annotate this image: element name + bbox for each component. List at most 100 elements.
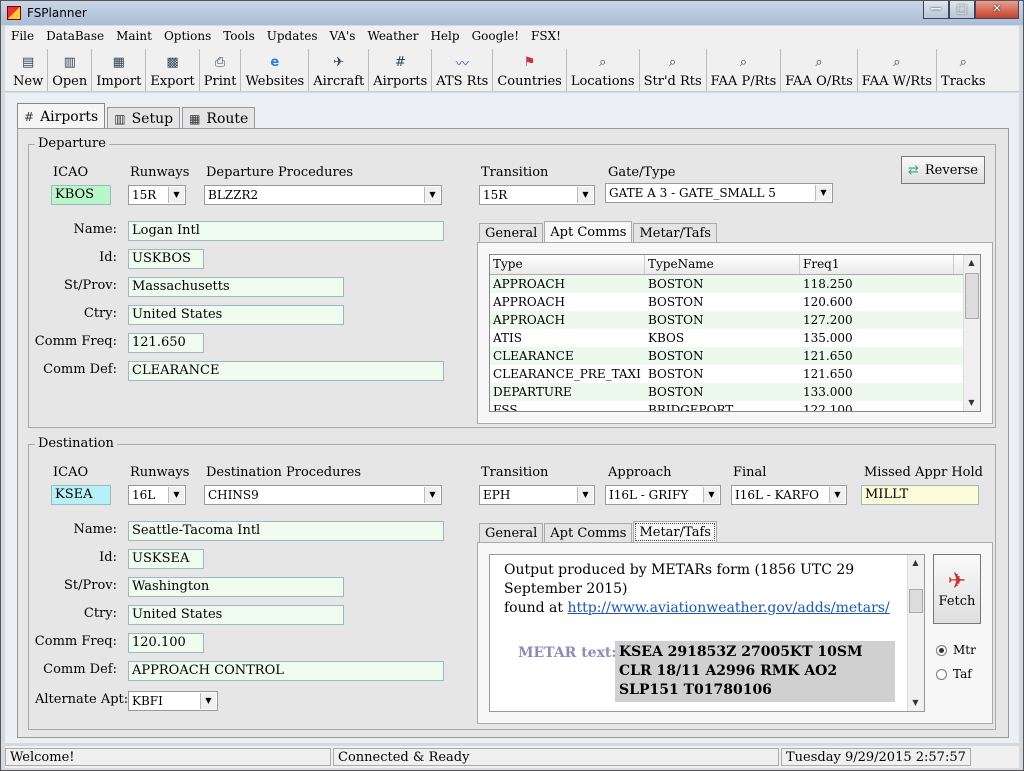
scroll-up-icon[interactable]: ▲ <box>908 555 923 571</box>
close-button[interactable]: ✕ <box>975 1 1019 19</box>
dep-subtab-general[interactable]: General <box>479 223 544 243</box>
table-row[interactable]: ATIS KBOS 135.000 <box>490 329 980 347</box>
dep-freq-label: Comm Freq: <box>34 334 117 349</box>
menu-fsx[interactable]: FSX! <box>525 29 567 43</box>
menu-google[interactable]: Google! <box>466 29 525 43</box>
dest-def-field[interactable]: APPROACH CONTROL <box>128 661 444 681</box>
dest-final-select[interactable]: I16L - KARFO ▼ <box>731 485 847 505</box>
scroll-up-icon[interactable]: ▲ <box>964 255 979 271</box>
dest-name-field[interactable]: Seattle-Tacoma Intl <box>128 521 444 541</box>
col-freq1[interactable]: Freq1 <box>800 255 954 274</box>
dep-def-field[interactable]: CLEARANCE <box>128 361 444 381</box>
dep-id-field[interactable]: USKBOS <box>128 249 204 269</box>
menu-weather[interactable]: Weather <box>361 29 424 43</box>
table-row[interactable]: APPROACH BOSTON 118.250 <box>490 275 980 293</box>
toolbar-new-button[interactable]: ▤ New <box>9 49 49 91</box>
dest-ctry-field[interactable]: United States <box>128 605 344 625</box>
dep-subtab-apt-comms[interactable]: Apt Comms <box>544 221 633 243</box>
search-icon: ⌕ <box>668 54 677 70</box>
table-row[interactable]: APPROACH BOSTON 120.600 <box>490 293 980 311</box>
tab-airports[interactable]: # Airports <box>17 103 106 129</box>
dep-id-label: Id: <box>99 250 117 265</box>
fetch-icon: ✈ <box>947 569 967 594</box>
dest-runway-select[interactable]: 16L ▼ <box>128 485 186 505</box>
col-typename[interactable]: TypeName <box>645 255 800 274</box>
toolbar-websites-button[interactable]: e Websites <box>241 49 310 91</box>
tab-setup[interactable]: ▥ Setup <box>107 107 181 129</box>
dest-icao-label: ICAO <box>53 465 89 480</box>
menu-updates[interactable]: Updates <box>261 29 324 43</box>
menu-file[interactable]: File <box>5 29 40 43</box>
dest-transition-label: Transition <box>481 465 549 480</box>
dest-missed-hold-field[interactable]: MILLT <box>861 485 979 505</box>
chevron-down-icon: ▼ <box>577 487 593 503</box>
scroll-thumb[interactable] <box>965 273 979 319</box>
minimize-button[interactable]: — <box>923 1 949 19</box>
dep-icao-input[interactable]: KBOS <box>51 185 111 205</box>
toolbar-faa-w-routes-button[interactable]: ⌕ FAA W/Rts <box>858 49 938 91</box>
table-row[interactable]: CLEARANCE_PRE_TAXI BOSTON 121.650 <box>490 365 980 383</box>
dest-approach-select[interactable]: I16L - GRIFY ▼ <box>605 485 721 505</box>
dest-icao-input[interactable]: KSEA <box>51 485 111 505</box>
dep-transition-select[interactable]: 15R ▼ <box>479 185 595 205</box>
chevron-down-icon: ▼ <box>168 187 184 203</box>
toolbar-airports-button[interactable]: # Airports <box>369 49 433 91</box>
scroll-down-icon[interactable]: ▼ <box>964 395 979 411</box>
toolbar-faa-o-routes-button[interactable]: ⌕ FAA O/Rts <box>781 49 858 91</box>
col-type[interactable]: Type <box>490 255 645 274</box>
dest-id-field[interactable]: USKSEA <box>128 549 204 569</box>
radio-metar[interactable]: Mtr <box>936 643 976 657</box>
toolbar-open-button[interactable]: ▥ Open <box>48 49 93 91</box>
menu-database[interactable]: DataBase <box>40 29 110 43</box>
dep-freq-field[interactable]: 121.650 <box>128 333 204 353</box>
scroll-down-icon[interactable]: ▼ <box>908 695 923 711</box>
metar-source-link[interactable]: http://www.aviationweather.gov/adds/meta… <box>567 600 889 616</box>
dest-subtab-apt-comms[interactable]: Apt Comms <box>544 523 633 543</box>
toolbar-faa-p-routes-button[interactable]: ⌕ FAA P/Rts <box>707 49 782 91</box>
dest-alternate-select[interactable]: KBFI ▼ <box>128 691 218 711</box>
table-row[interactable]: DEPARTURE BOSTON 133.000 <box>490 383 980 401</box>
toolbar-export-button[interactable]: ▩ Export <box>146 49 200 91</box>
departure-group: Departure ICAO Runways Departure Procedu… <box>28 136 996 428</box>
menu-maint[interactable]: Maint <box>110 29 158 43</box>
dest-transition-select[interactable]: EPH ▼ <box>479 485 595 505</box>
dep-gate-select[interactable]: GATE A 3 - GATE_SMALL 5 ▼ <box>605 183 833 203</box>
dest-procedure-select[interactable]: CHINS9 ▼ <box>204 485 442 505</box>
table-row[interactable]: FSS BRIDGEPORT 122.100 <box>490 401 980 411</box>
app-window: FSPlanner — □ ✕ File DataBase Maint Opti… <box>0 0 1024 771</box>
dep-grid-scrollbar[interactable]: ▲ ▼ <box>963 255 980 411</box>
dest-freq-field[interactable]: 120.100 <box>128 633 204 653</box>
dep-procedure-select[interactable]: BLZZR2 ▼ <box>204 185 442 205</box>
metar-scrollbar[interactable]: ▲ ▼ <box>907 555 924 711</box>
menu-help[interactable]: Help <box>424 29 465 43</box>
toolbar-countries-button[interactable]: ⚑ Countries <box>493 49 567 91</box>
dep-name-field[interactable]: Logan Intl <box>128 221 444 241</box>
dest-subtab-metar-tafs[interactable]: Metar/Tafs <box>633 521 717 543</box>
table-row[interactable]: CLEARANCE BOSTON 121.650 <box>490 347 980 365</box>
toolbar-aircraft-button[interactable]: ✈ Aircraft <box>309 49 370 91</box>
dest-stprov-field[interactable]: Washington <box>128 577 344 597</box>
dep-stprov-field[interactable]: Massachusetts <box>128 277 344 297</box>
menu-tools[interactable]: Tools <box>217 29 261 43</box>
toolbar-ats-routes-button[interactable]: 〰 ATS Rts <box>432 49 494 91</box>
menu-options[interactable]: Options <box>158 29 217 43</box>
toolbar-stored-routes-button[interactable]: ⌕ Str'd Rts <box>640 49 707 91</box>
toolbar-locations-button[interactable]: ⌕ Locations <box>567 49 640 91</box>
toolbar-print-button[interactable]: ⎙ Print <box>200 49 242 91</box>
tab-route[interactable]: ▦ Route <box>182 107 256 129</box>
menu-vas[interactable]: VA's <box>323 29 361 43</box>
dest-final-label: Final <box>733 465 767 480</box>
table-row[interactable]: APPROACH BOSTON 127.200 <box>490 311 980 329</box>
toolbar-import-button[interactable]: ▦ Import <box>92 49 147 91</box>
toolbar-tracks-button[interactable]: ⌕ Tracks <box>937 49 989 91</box>
radio-taf[interactable]: Taf <box>936 667 972 681</box>
dep-ctry-field[interactable]: United States <box>128 305 344 325</box>
fetch-button[interactable]: ✈ Fetch <box>933 554 981 624</box>
menu-bar: File DataBase Maint Options Tools Update… <box>5 26 1019 46</box>
dest-subtab-general[interactable]: General <box>479 523 544 543</box>
scroll-thumb[interactable] <box>909 589 923 613</box>
dep-subtab-metar-tafs[interactable]: Metar/Tafs <box>633 223 717 243</box>
dep-runway-select[interactable]: 15R ▼ <box>128 185 186 205</box>
reverse-button[interactable]: ⇄ Reverse <box>901 156 985 184</box>
maximize-button[interactable]: □ <box>949 1 975 19</box>
